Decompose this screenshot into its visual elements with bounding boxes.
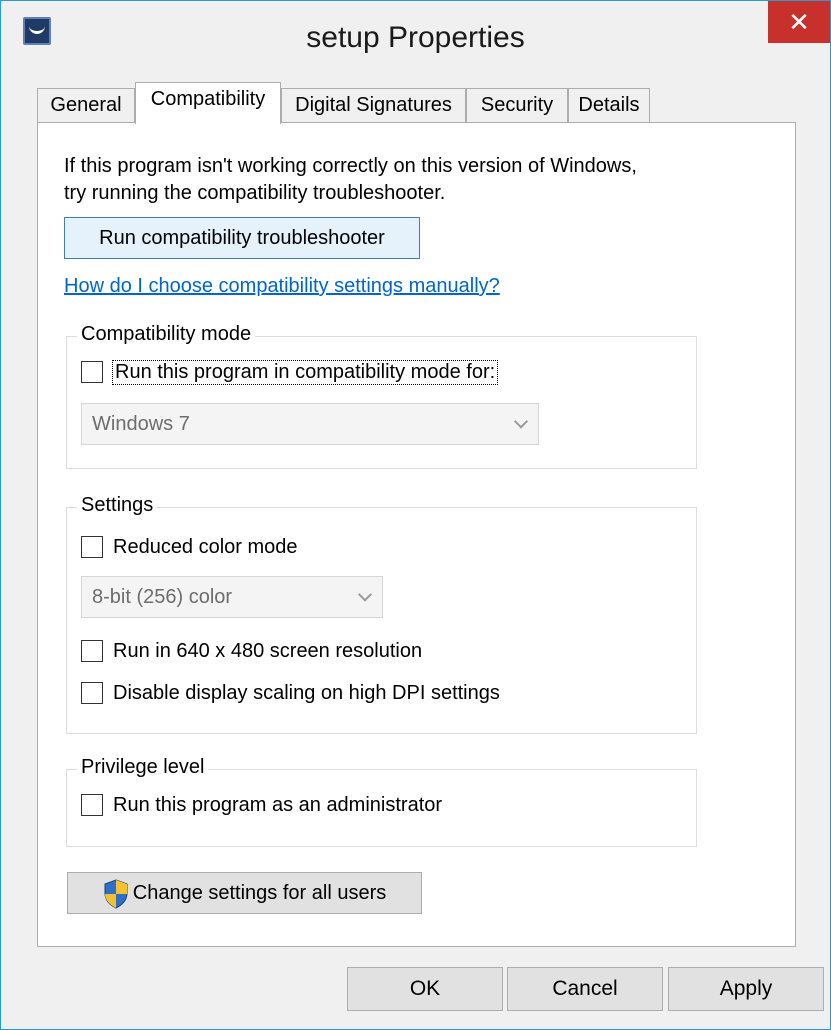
properties-dialog: setup Properties ✕ General Compatibility…	[0, 0, 831, 1030]
dpi-scaling-checkbox-row[interactable]: Disable display scaling on high DPI sett…	[81, 680, 500, 706]
settings-title: Settings	[77, 494, 158, 517]
dpi-scaling-label[interactable]: Disable display scaling on high DPI sett…	[113, 682, 500, 705]
run-as-admin-label[interactable]: Run this program as an administrator	[113, 794, 442, 817]
run-as-admin-checkbox[interactable]	[81, 794, 103, 816]
intro-text: If this program isn't working correctly …	[64, 153, 637, 207]
change-settings-all-users-label: Change settings for all users	[132, 882, 387, 904]
reduced-color-label[interactable]: Reduced color mode	[113, 536, 298, 559]
compatibility-help-link[interactable]: How do I choose compatibility settings m…	[64, 275, 500, 298]
privilege-level-title: Privilege level	[77, 756, 209, 779]
tab-compatibility[interactable]: Compatibility	[135, 82, 281, 124]
windows-version-select[interactable]: Windows 7	[81, 403, 539, 445]
ok-button[interactable]: OK	[347, 967, 503, 1011]
color-depth-select[interactable]: 8-bit (256) color	[81, 576, 383, 618]
run-troubleshooter-button[interactable]: Run compatibility troubleshooter	[64, 217, 420, 259]
intro-line-1: If this program isn't working correctly …	[64, 155, 637, 177]
resolution-checkbox[interactable]	[81, 640, 103, 662]
close-button[interactable]: ✕	[768, 1, 830, 43]
compatibility-panel: If this program isn't working correctly …	[37, 122, 796, 947]
tab-digital-signatures[interactable]: Digital Signatures	[281, 88, 466, 123]
title-bar[interactable]: setup Properties ✕	[1, 1, 830, 73]
window-title: setup Properties	[306, 21, 525, 54]
compatibility-mode-checkbox-row[interactable]: Run this program in compatibility mode f…	[81, 359, 499, 385]
color-depth-value: 8-bit (256) color	[92, 586, 233, 608]
reduced-color-checkbox-row[interactable]: Reduced color mode	[81, 534, 298, 560]
dpi-scaling-checkbox[interactable]	[81, 682, 103, 704]
resolution-label[interactable]: Run in 640 x 480 screen resolution	[113, 640, 422, 663]
chevron-down-icon	[513, 414, 529, 429]
settings-group: Settings Reduced color mode 8-bit (256) …	[66, 494, 697, 734]
intro-line-2: try running the compatibility troublesho…	[64, 182, 446, 204]
compatibility-mode-title: Compatibility mode	[77, 323, 256, 346]
uac-shield-icon	[104, 879, 128, 909]
compatibility-mode-checkbox[interactable]	[81, 361, 103, 383]
chevron-down-icon	[357, 587, 373, 602]
resolution-checkbox-row[interactable]: Run in 640 x 480 screen resolution	[81, 638, 422, 664]
windows-version-value: Windows 7	[92, 413, 190, 435]
tab-details[interactable]: Details	[568, 88, 650, 123]
tab-strip: General Compatibility Digital Signatures…	[37, 82, 797, 124]
apply-button[interactable]: Apply	[668, 967, 824, 1011]
compatibility-mode-group: Compatibility mode Run this program in c…	[66, 323, 697, 469]
privilege-level-group: Privilege level Run this program as an a…	[66, 756, 697, 847]
cancel-button[interactable]: Cancel	[507, 967, 663, 1011]
admin-checkbox-row[interactable]: Run this program as an administrator	[81, 792, 442, 818]
reduced-color-checkbox[interactable]	[81, 536, 103, 558]
tab-security[interactable]: Security	[466, 88, 568, 123]
tab-general[interactable]: General	[37, 88, 135, 123]
apply-label: Apply	[719, 977, 773, 1000]
compatibility-mode-label[interactable]: Run this program in compatibility mode f…	[111, 359, 499, 385]
change-settings-all-users-button[interactable]: Change settings for all users	[67, 872, 422, 914]
